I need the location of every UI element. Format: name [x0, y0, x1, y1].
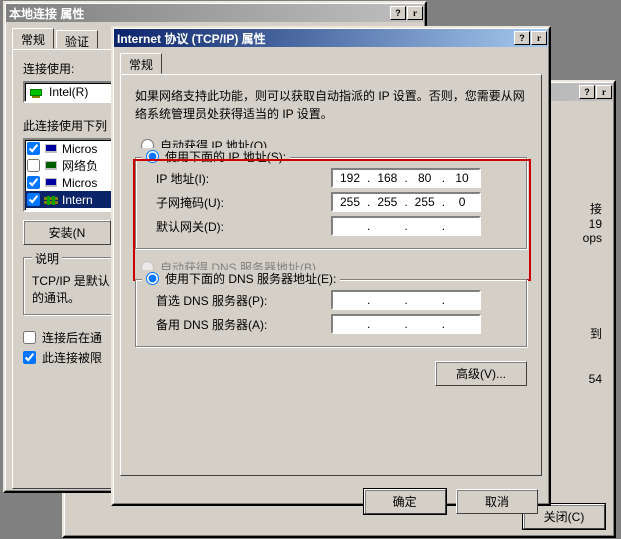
tcpip-help-button[interactable]: ?	[514, 31, 530, 45]
limited-check[interactable]	[23, 351, 36, 364]
tcpip-intro: 如果网络支持此功能，则可以获取自动指派的 IP 设置。否则，您需要从网络系统管理…	[135, 87, 527, 123]
lan-titlebar: 本地连接 属性 ? r	[6, 4, 424, 22]
dns2-input[interactable]: . . .	[331, 314, 481, 334]
mask-octet[interactable]	[370, 194, 404, 210]
list-item-label: Intern	[62, 193, 93, 207]
cancel-button[interactable]: 取消	[456, 489, 538, 514]
limited-check-label: 此连接被限	[42, 349, 102, 366]
tcpip-title: Internet 协议 (TCP/IP) 属性	[117, 30, 514, 47]
tcpip-close-button[interactable]: r	[531, 31, 547, 45]
ok-button[interactable]: 确定	[364, 489, 446, 514]
tab-auth[interactable]: 验证	[56, 30, 98, 49]
radio-manual-ip-row[interactable]: 使用下面的 IP 地址(S):	[142, 148, 290, 165]
status-help-button[interactable]: ?	[579, 85, 595, 99]
dns1-octet[interactable]	[445, 292, 479, 308]
notify-check-label: 连接后在通	[42, 329, 102, 346]
radio-manual-dns-label: 使用下面的 DNS 服务器地址(E):	[165, 270, 336, 287]
mask-label: 子网掩码(U):	[156, 194, 331, 211]
gw-octet[interactable]	[408, 218, 442, 234]
desc-title: 说明	[32, 250, 62, 267]
gw-octet[interactable]	[370, 218, 404, 234]
gw-octet[interactable]	[445, 218, 479, 234]
ip-octet[interactable]	[333, 170, 367, 186]
tcpip-tabstrip: 常规	[120, 53, 542, 74]
dns2-octet[interactable]	[333, 316, 367, 332]
subnet-mask-input[interactable]: . . .	[331, 192, 481, 212]
lan-help-button[interactable]: ?	[390, 6, 406, 20]
dns1-octet[interactable]	[333, 292, 367, 308]
mask-octet[interactable]	[445, 194, 479, 210]
client-icon	[44, 142, 58, 156]
tcpip-tabpanel: 如果网络支持此功能，则可以获取自动指派的 IP 设置。否则，您需要从网络系统管理…	[120, 74, 542, 476]
gw-octet[interactable]	[333, 218, 367, 234]
dns1-octet[interactable]	[408, 292, 442, 308]
dns1-input[interactable]: . . .	[331, 290, 481, 310]
status-close-button[interactable]: r	[596, 85, 612, 99]
lan-title: 本地连接 属性	[9, 5, 390, 22]
item-check[interactable]	[27, 193, 40, 206]
radio-manual-dns[interactable]	[146, 272, 159, 285]
ip-address-input[interactable]: . . .	[331, 168, 481, 188]
item-check[interactable]	[27, 176, 40, 189]
radio-manual-ip[interactable]	[146, 150, 159, 163]
tcpip-tab-general[interactable]: 常规	[120, 53, 162, 74]
tcpip-window: Internet 协议 (TCP/IP) 属性 ? r 常规 如果网络支持此功能…	[111, 26, 551, 506]
mask-octet[interactable]	[408, 194, 442, 210]
ip-label: IP 地址(I):	[156, 170, 331, 187]
dns2-octet[interactable]	[408, 316, 442, 332]
status-right-info: 接 19 ops 到 54	[583, 200, 602, 386]
dns1-octet[interactable]	[370, 292, 404, 308]
gateway-input[interactable]: . . .	[331, 216, 481, 236]
list-item-label: Micros	[62, 142, 97, 156]
notify-check[interactable]	[23, 331, 36, 344]
mask-octet[interactable]	[333, 194, 367, 210]
dns2-label: 备用 DNS 服务器(A):	[156, 316, 331, 333]
dns2-octet[interactable]	[370, 316, 404, 332]
dns2-octet[interactable]	[445, 316, 479, 332]
install-button[interactable]: 安装(N	[23, 220, 111, 245]
service-icon	[44, 176, 58, 190]
service-icon	[44, 159, 58, 173]
lan-close-button[interactable]: r	[407, 6, 423, 20]
gw-label: 默认网关(D):	[156, 218, 331, 235]
desc-body: TCP/IP 是默认的通讯。	[32, 272, 112, 306]
ip-octet[interactable]	[370, 170, 404, 186]
radio-manual-ip-label: 使用下面的 IP 地址(S):	[165, 148, 286, 165]
adapter-name: Intel(R)	[49, 85, 88, 99]
radio-manual-dns-row[interactable]: 使用下面的 DNS 服务器地址(E):	[142, 270, 340, 287]
tcpip-button-bar: 确定 取消	[114, 482, 548, 521]
tcpip-titlebar: Internet 协议 (TCP/IP) 属性 ? r	[114, 29, 548, 47]
protocol-icon	[44, 193, 58, 207]
list-item-label: 网络负	[62, 157, 98, 174]
nic-icon	[29, 85, 43, 99]
list-item-label: Micros	[62, 176, 97, 190]
ip-octet[interactable]	[408, 170, 442, 186]
advanced-button[interactable]: 高级(V)...	[435, 361, 527, 386]
dns1-label: 首选 DNS 服务器(P):	[156, 292, 331, 309]
item-check[interactable]	[27, 142, 40, 155]
item-check[interactable]	[27, 159, 40, 172]
ip-octet[interactable]	[445, 170, 479, 186]
tab-general[interactable]: 常规	[12, 28, 54, 49]
